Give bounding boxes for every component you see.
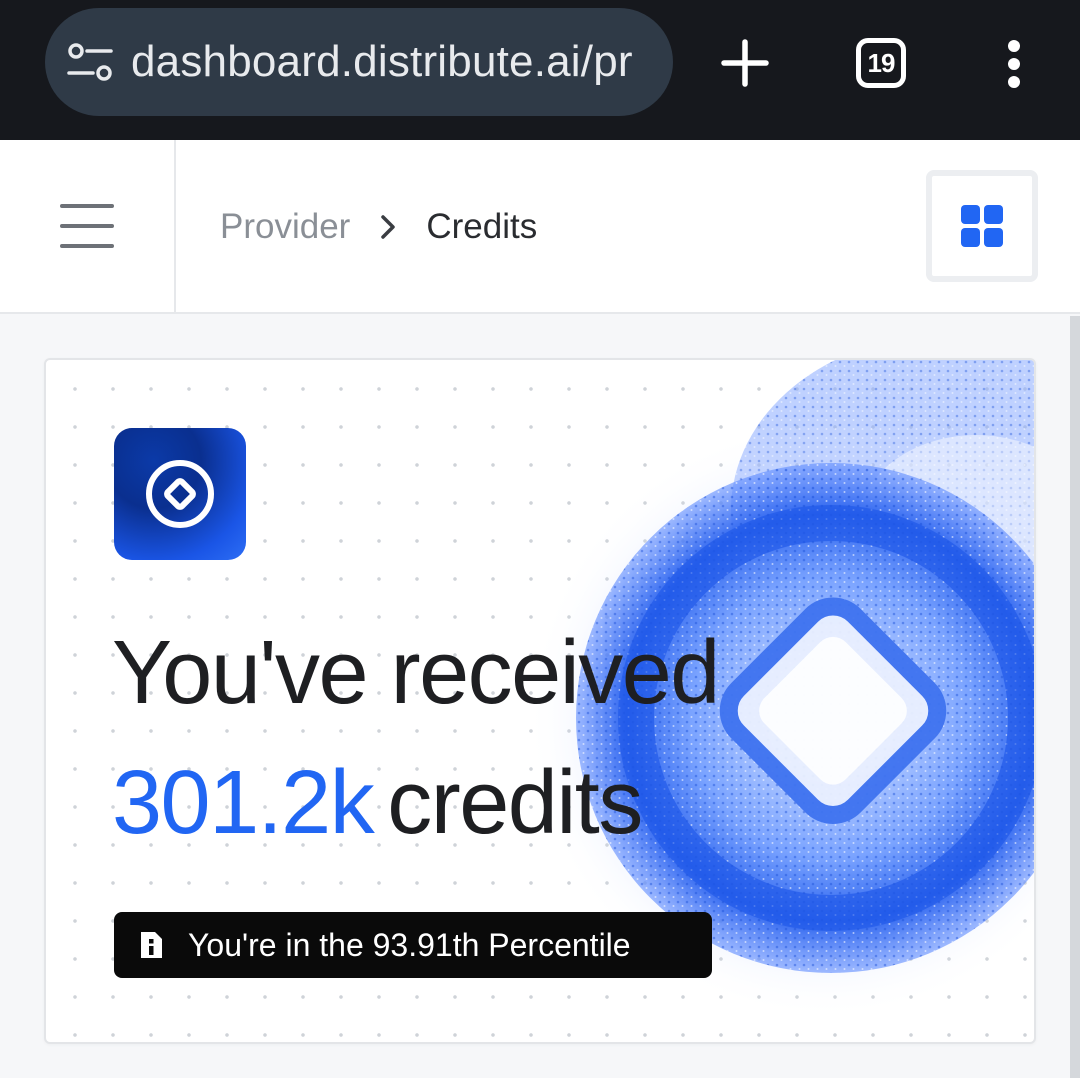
- more-vert-icon: [1008, 40, 1020, 88]
- page-scrollbar[interactable]: [1070, 316, 1080, 1078]
- info-icon: [141, 932, 162, 958]
- grid-icon: [961, 205, 1003, 247]
- tab-switcher-button[interactable]: 19: [852, 34, 910, 92]
- chevron-right-icon: [380, 214, 396, 240]
- credits-unit: credits: [387, 753, 643, 853]
- browser-menu-button[interactable]: [990, 32, 1038, 96]
- distribute-logo-icon: [114, 428, 246, 560]
- plus-icon: [721, 39, 769, 87]
- received-headline: You've received: [112, 623, 720, 723]
- breadcrumb-current: Credits: [426, 207, 538, 246]
- breadcrumb-parent[interactable]: Provider: [220, 207, 350, 247]
- address-bar[interactable]: dashboard.distribute.ai/pr: [45, 8, 673, 116]
- url-text[interactable]: dashboard.distribute.ai/pr: [131, 37, 633, 87]
- browser-toolbar: dashboard.distribute.ai/pr 19: [0, 0, 1080, 140]
- menu-button[interactable]: [0, 140, 176, 312]
- new-tab-button[interactable]: [712, 30, 778, 96]
- credits-card: You've received 301.2k credits You're in …: [44, 358, 1036, 1044]
- tab-count-badge: 19: [856, 38, 906, 88]
- percentile-badge: You're in the 93.91th Percentile: [114, 912, 712, 978]
- credits-value: 301.2k: [112, 753, 375, 853]
- tune-icon[interactable]: [67, 42, 113, 82]
- hamburger-icon: [60, 204, 114, 248]
- app-switcher-button[interactable]: [926, 170, 1038, 282]
- percentile-text: You're in the 93.91th Percentile: [188, 926, 631, 963]
- app-header: Provider Credits: [0, 140, 1080, 314]
- credits-line: 301.2k credits: [112, 752, 643, 855]
- tab-count: 19: [867, 47, 896, 78]
- breadcrumb: Provider Credits: [220, 202, 537, 252]
